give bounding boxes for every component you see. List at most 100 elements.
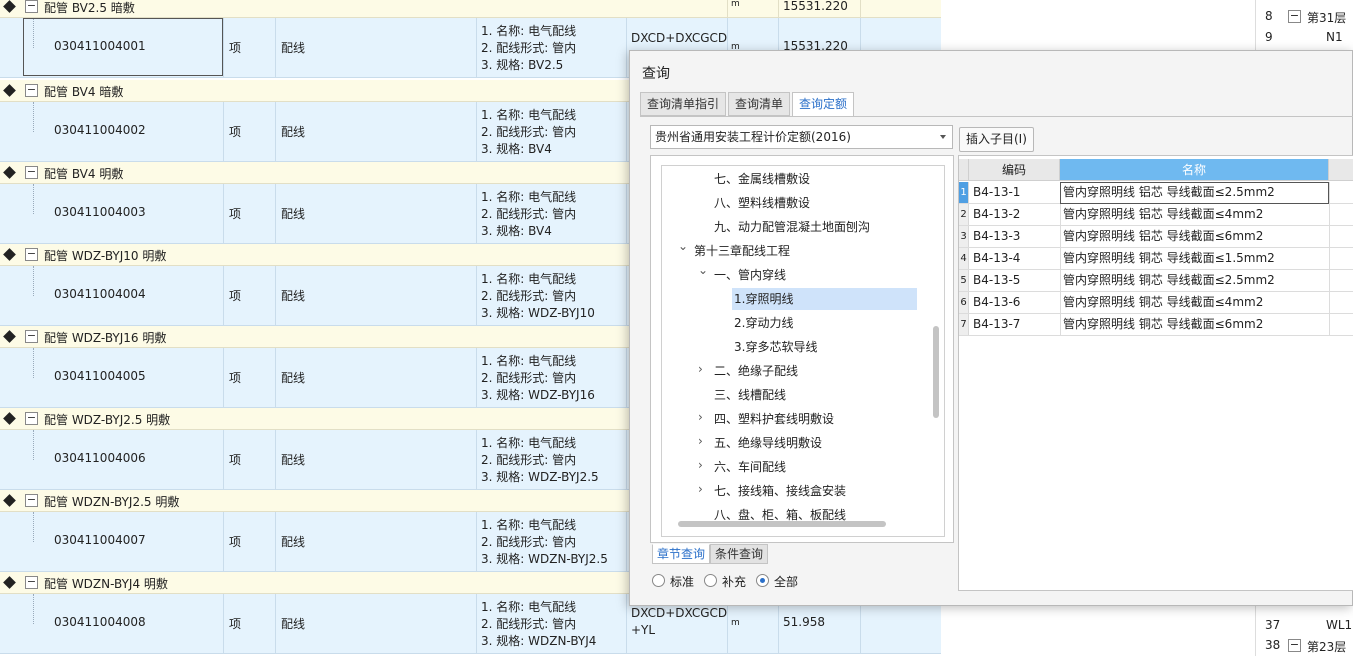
item-code[interactable]: 030411004008 [54, 615, 146, 629]
chevron-down-icon[interactable]: ⌄ [698, 263, 708, 277]
item-quota-expr[interactable]: DXCD+DXCGCD +YL [631, 605, 731, 639]
collapse-icon[interactable]: − [25, 166, 38, 179]
side-tree-item[interactable]: 9 N1 [1256, 26, 1353, 48]
item-features[interactable]: 1. 名称: 电气配线 2. 配线形式: 管内 3. 规格: WDZ-BYJ2.5 [481, 435, 599, 486]
chevron-right-icon[interactable]: › [698, 434, 703, 448]
tree-node[interactable]: 2.穿动力线 [734, 312, 793, 334]
collapse-icon[interactable]: − [25, 84, 38, 97]
quota-name[interactable]: 管内穿照明线 铜芯 导线截面≤1.5mm2 [1063, 248, 1275, 269]
table-row[interactable]: 4 B4-13-4 管内穿照明线 铜芯 导线截面≤1.5mm2 [959, 248, 1353, 270]
item-name[interactable]: 配线 [281, 39, 305, 56]
quota-code[interactable]: B4-13-4 [973, 248, 1020, 269]
chevron-right-icon[interactable]: › [698, 362, 703, 376]
item-name[interactable]: 配线 [281, 287, 305, 304]
table-row[interactable]: 5 B4-13-5 管内穿照明线 铜芯 导线截面≤2.5mm2 [959, 270, 1353, 292]
item-quota-expr[interactable]: DXCD+DXCGCD [631, 30, 731, 47]
item-type[interactable]: 项 [229, 615, 241, 632]
item-code[interactable]: 030411004002 [54, 123, 146, 137]
item-name[interactable]: 配线 [281, 451, 305, 468]
table-row[interactable]: 7 B4-13-7 管内穿照明线 铜芯 导线截面≤6mm2 [959, 314, 1353, 336]
tree-node[interactable]: 七、金属线槽敷设 [714, 168, 810, 190]
collapse-icon[interactable]: − [25, 412, 38, 425]
quota-name[interactable]: 管内穿照明线 铜芯 导线截面≤4mm2 [1063, 292, 1263, 313]
item-type[interactable]: 项 [229, 205, 241, 222]
quota-library-select[interactable]: 贵州省通用安装工程计价定额(2016) [650, 125, 953, 149]
tree-node[interactable]: 三、线槽配线 [714, 384, 786, 406]
column-header-name[interactable]: 名称 [1060, 159, 1329, 181]
collapse-icon[interactable]: − [25, 0, 38, 13]
table-row[interactable]: 1 B4-13-1 管内穿照明线 铝芯 导线截面≤2.5mm2 [959, 182, 1353, 204]
tree-node[interactable]: 七、接线箱、接线盒安装 [714, 480, 846, 502]
item-code[interactable]: 030411004007 [54, 533, 146, 547]
chevron-right-icon[interactable]: › [698, 482, 703, 496]
collapse-icon[interactable]: − [1288, 639, 1301, 652]
item-features[interactable]: 1. 名称: 电气配线 2. 配线形式: 管内 3. 规格: BV4 [481, 107, 576, 158]
tab-condition-query[interactable]: 条件查询 [710, 544, 769, 564]
collapse-icon[interactable]: − [25, 330, 38, 343]
tree-vertical-scrollbar[interactable] [933, 326, 939, 418]
tree-node[interactable]: 3.穿多芯软导线 [734, 336, 817, 358]
side-tree-item[interactable]: 8 − 第31层 [1256, 5, 1353, 27]
chevron-right-icon[interactable]: › [698, 458, 703, 472]
table-row[interactable]: 2 B4-13-2 管内穿照明线 铝芯 导线截面≤4mm2 [959, 204, 1353, 226]
tab-bill-guide[interactable]: 查询清单指引 [640, 92, 727, 116]
item-name[interactable]: 配线 [281, 123, 305, 140]
tree-node[interactable]: 四、塑料护套线明敷设 [714, 408, 834, 430]
tree-node[interactable]: 八、塑料线槽敷设 [714, 192, 810, 214]
tree-node[interactable]: 1.穿照明线 [732, 288, 917, 310]
quota-code[interactable]: B4-13-5 [973, 270, 1020, 291]
item-code[interactable]: 030411004003 [54, 205, 146, 219]
quota-code[interactable]: B4-13-7 [973, 314, 1020, 335]
tab-bill-query[interactable]: 查询清单 [728, 92, 791, 116]
item-type[interactable]: 项 [229, 123, 241, 140]
tab-quota-query[interactable]: 查询定额 [792, 92, 855, 117]
item-name[interactable]: 配线 [281, 533, 305, 550]
quota-name[interactable]: 管内穿照明线 铝芯 导线截面≤6mm2 [1063, 226, 1263, 247]
item-type[interactable]: 项 [229, 369, 241, 386]
item-features[interactable]: 1. 名称: 电气配线 2. 配线形式: 管内 3. 规格: WDZ-BYJ10 [481, 271, 595, 322]
quota-name[interactable]: 管内穿照明线 铜芯 导线截面≤2.5mm2 [1063, 270, 1275, 291]
quota-code[interactable]: B4-13-3 [973, 226, 1020, 247]
item-code[interactable]: 030411004006 [54, 451, 146, 465]
item-quantity[interactable]: 51.958 [783, 615, 825, 629]
table-row[interactable]: 3 B4-13-3 管内穿照明线 铝芯 导线截面≤6mm2 [959, 226, 1353, 248]
side-tree-item[interactable]: 37 WL1 [1256, 614, 1353, 636]
item-features[interactable]: 1. 名称: 电气配线 2. 配线形式: 管内 3. 规格: WDZN-BYJ4 [481, 599, 596, 650]
column-header-more[interactable] [1329, 159, 1353, 181]
tree-horizontal-scrollbar[interactable] [678, 521, 886, 527]
quota-code[interactable]: B4-13-1 [973, 182, 1020, 203]
item-name[interactable]: 配线 [281, 369, 305, 386]
quota-code[interactable]: B4-13-2 [973, 204, 1020, 225]
tree-node[interactable]: 九、动力配管混凝土地面刨沟 [714, 216, 870, 238]
item-code[interactable]: 030411004005 [54, 369, 146, 383]
quota-name[interactable]: 管内穿照明线 铜芯 导线截面≤6mm2 [1063, 314, 1263, 335]
collapse-icon[interactable]: − [25, 248, 38, 261]
quota-code[interactable]: B4-13-6 [973, 292, 1020, 313]
tree-node[interactable]: 第十三章配线工程 [694, 240, 790, 262]
tree-node[interactable]: 一、管内穿线 [714, 264, 786, 286]
collapse-icon[interactable]: − [25, 494, 38, 507]
tree-node[interactable]: 五、绝缘导线明敷设 [714, 432, 822, 454]
tree-node[interactable]: 二、绝缘子配线 [714, 360, 798, 382]
item-type[interactable]: 项 [229, 287, 241, 304]
item-code[interactable]: 030411004004 [54, 287, 146, 301]
item-type[interactable]: 项 [229, 39, 241, 56]
item-features[interactable]: 1. 名称: 电气配线 2. 配线形式: 管内 3. 规格: BV4 [481, 189, 576, 240]
column-header-code[interactable]: 编码 [969, 159, 1060, 181]
table-row[interactable]: 6 B4-13-6 管内穿照明线 铜芯 导线截面≤4mm2 [959, 292, 1353, 314]
item-features[interactable]: 1. 名称: 电气配线 2. 配线形式: 管内 3. 规格: BV2.5 [481, 23, 576, 74]
collapse-icon[interactable]: − [1288, 10, 1301, 23]
item-name[interactable]: 配线 [281, 205, 305, 222]
item-features[interactable]: 1. 名称: 电气配线 2. 配线形式: 管内 3. 规格: WDZ-BYJ16 [481, 353, 595, 404]
item-type[interactable]: 项 [229, 451, 241, 468]
side-tree-item[interactable]: 38− 第23层 [1256, 634, 1353, 656]
item-type[interactable]: 项 [229, 533, 241, 550]
collapse-icon[interactable]: − [25, 576, 38, 589]
tree-node[interactable]: 六、车间配线 [714, 456, 786, 478]
item-features[interactable]: 1. 名称: 电气配线 2. 配线形式: 管内 3. 规格: WDZN-BYJ2.5 [481, 517, 608, 568]
tab-chapter-query[interactable]: 章节查询 [652, 544, 711, 564]
item-name[interactable]: 配线 [281, 615, 305, 632]
quota-name[interactable]: 管内穿照明线 铝芯 导线截面≤4mm2 [1063, 204, 1263, 225]
chevron-right-icon[interactable]: › [698, 410, 703, 424]
insert-subitem-button[interactable]: 插入子目(I) [959, 127, 1034, 152]
